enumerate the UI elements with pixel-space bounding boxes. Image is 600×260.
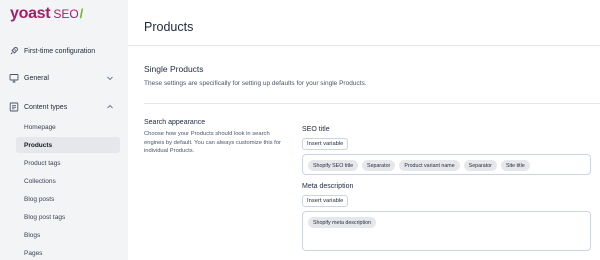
seo-title-label: SEO title [302,126,330,133]
variable-chip[interactable]: Separator [362,160,396,171]
sidebar-item-label: Product tags [24,159,61,167]
seo-title-insert-variable-button[interactable]: Insert variable [302,138,349,150]
rocket-icon [10,47,18,55]
sidebar-item-pages[interactable]: Pages [16,245,120,260]
page-title: Products [144,20,194,34]
sidebar-item-homepage[interactable]: Homepage [16,119,120,135]
sidebar-item-label: Blog posts [24,195,55,203]
logo-brand: yoast [10,5,51,22]
document-list-icon [9,102,19,112]
sidebar-item-blogs[interactable]: Blogs [16,227,120,243]
main-panel: Products Single Products These settings … [128,0,600,260]
variable-chip[interactable]: Shopify meta description [308,217,377,228]
sidebar-item-first-time-configuration[interactable]: First-time configuration [0,43,128,59]
seo-title-field[interactable]: Shopify SEO title Separator Product vari… [302,154,591,175]
sidebar-item-label: Blogs [24,231,41,239]
section-divider [144,103,600,104]
variable-chip[interactable]: Site title [500,160,530,171]
sidebar-item-label: Products [24,141,53,149]
sidebar-item-product-tags[interactable]: Product tags [16,155,120,171]
meta-description-label: Meta description [302,183,354,190]
variable-chip[interactable]: Product variant name [399,160,460,171]
sidebar-item-label: First-time configuration [24,47,96,55]
sidebar-item-content-types[interactable]: Content types [0,99,128,115]
sidebar-item-label: General [24,74,49,82]
search-appearance-description: Choose how your Products should look in … [144,131,281,155]
sidebar-item-label: Pages [24,249,43,257]
search-appearance-title: Search appearance [144,119,206,126]
sidebar-item-products[interactable]: Products [16,137,120,153]
variable-chip[interactable]: Shopify SEO title [308,160,359,171]
sidebar-item-label: Blog post tags [24,213,66,221]
logo-product: SEO [53,7,79,21]
header-divider [128,45,600,46]
section-description: These settings are specifically for sett… [144,80,367,87]
sidebar-item-label: Content types [24,103,68,111]
variable-chip[interactable]: Separator [463,160,497,171]
sidebar-item-blog-posts[interactable]: Blog posts [16,191,120,207]
seo-title-chips: Shopify SEO title Separator Product vari… [308,160,530,171]
yoast-seo-logo[interactable]: yoast SEO / [10,5,83,23]
chevron-down-icon [107,76,113,81]
chevron-up-icon [107,104,113,109]
section-title: Single Products [144,64,204,74]
meta-description-insert-variable-button[interactable]: Insert variable [302,195,349,207]
meta-description-chips: Shopify meta description [308,217,377,228]
sidebar-item-collections[interactable]: Collections [16,173,120,189]
logo-slash: / [79,6,84,21]
meta-description-field[interactable]: Shopify meta description [302,211,591,251]
sidebar: yoast SEO / First-time configuration Gen… [0,0,128,260]
monitor-icon [9,74,19,83]
sidebar-item-blog-post-tags[interactable]: Blog post tags [16,209,120,225]
sidebar-item-general[interactable]: General [0,70,128,86]
sidebar-item-label: Collections [24,177,56,185]
sidebar-item-label: Homepage [24,123,56,131]
